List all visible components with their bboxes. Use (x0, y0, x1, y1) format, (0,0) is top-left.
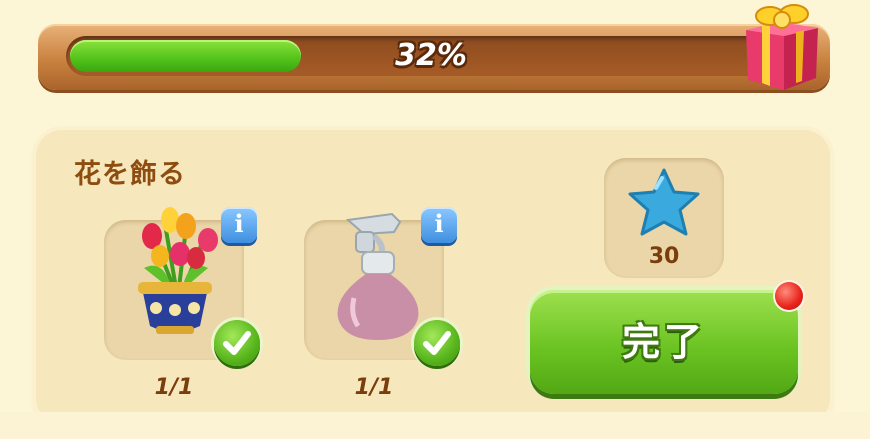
check-icon-spray-bottle (414, 320, 460, 366)
check-icon-flower-pot (214, 320, 260, 366)
info-button-spray-bottle[interactable]: i (421, 207, 457, 243)
progress-percent-label: 32% (395, 38, 467, 73)
task-title: 花を飾る (74, 159, 186, 190)
gift-box-icon[interactable] (740, 0, 822, 92)
reward-amount: 30 (648, 244, 680, 269)
info-button-flower-pot[interactable]: i (221, 207, 257, 243)
item-count-spray-bottle: 1/1 (354, 375, 394, 400)
complete-button-label: 完了 (621, 320, 706, 364)
complete-button[interactable]: 完了 (530, 290, 798, 394)
item-count-flower-pot: 1/1 (154, 375, 194, 400)
bottom-strip (0, 412, 870, 439)
notification-dot (775, 282, 803, 310)
